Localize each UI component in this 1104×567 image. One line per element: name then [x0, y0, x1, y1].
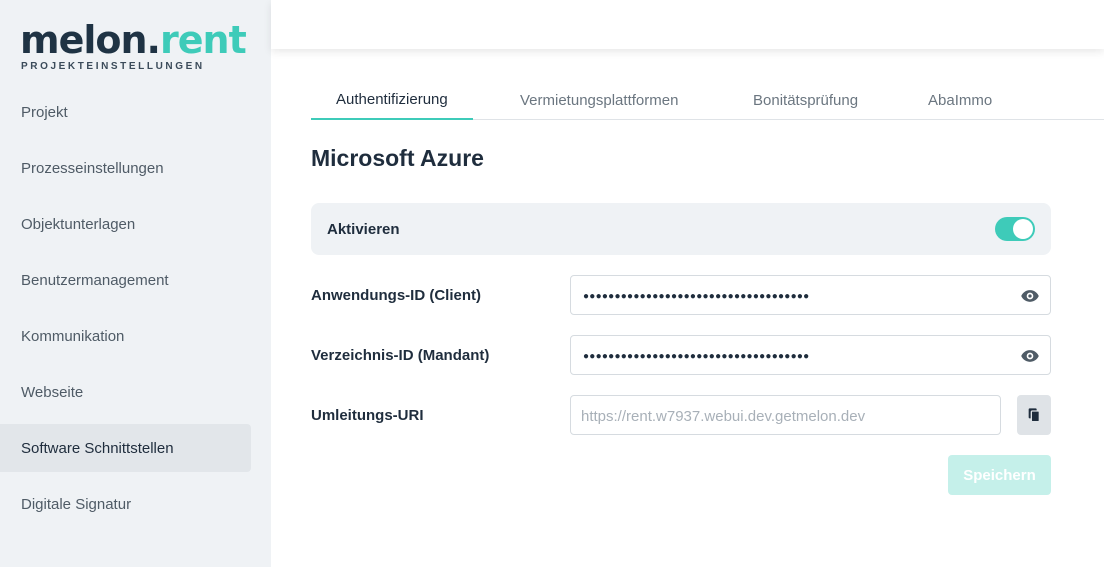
tenant-id-input[interactable]: ●●●●●●●●●●●●●●●●●●●●●●●●●●●●●●●●●●●● — [570, 335, 1051, 375]
redirect-uri-input[interactable]: https://rent.w7937.webui.dev.getmelon.de… — [570, 395, 1001, 435]
client-id-label: Anwendungs-ID (Client) — [311, 286, 481, 304]
tab-bonitaetspruefung[interactable]: Bonitätsprüfung — [753, 80, 858, 120]
sidebar: melon.rent PROJEKTEINSTELLUNGEN Projekt … — [0, 0, 271, 567]
sidebar-item-kommunikation[interactable]: Kommunikation — [0, 312, 251, 360]
sidebar-item-webseite[interactable]: Webseite — [0, 368, 251, 416]
page-title: Microsoft Azure — [311, 145, 484, 171]
redirect-uri-label: Umleitungs-URI — [311, 406, 424, 424]
copy-icon — [1028, 408, 1040, 423]
logo-text-part1: melon. — [20, 18, 161, 62]
tab-bar: Authentifizierung Vermietungsplattformen… — [311, 80, 1104, 120]
client-id-input[interactable]: ●●●●●●●●●●●●●●●●●●●●●●●●●●●●●●●●●●●● — [570, 275, 1051, 315]
sidebar-item-digitale-signatur[interactable]: Digitale Signatur — [0, 480, 251, 528]
redirect-uri-placeholder: https://rent.w7937.webui.dev.getmelon.de… — [581, 407, 866, 425]
client-id-value: ●●●●●●●●●●●●●●●●●●●●●●●●●●●●●●●●●●●● — [583, 290, 810, 302]
tab-abaimmo[interactable]: AbaImmo — [928, 80, 992, 120]
copy-uri-button[interactable] — [1017, 395, 1051, 435]
sidebar-item-objektunterlagen[interactable]: Objektunterlagen — [0, 200, 251, 248]
activate-label: Aktivieren — [327, 220, 400, 238]
eye-icon[interactable] — [1020, 286, 1040, 306]
top-bar — [271, 0, 1104, 49]
sidebar-item-projekt[interactable]: Projekt — [0, 88, 251, 136]
tenant-id-label: Verzeichnis-ID (Mandant) — [311, 346, 490, 364]
save-button[interactable]: Speichern — [948, 455, 1051, 495]
sidebar-item-benutzermanagement[interactable]: Benutzermanagement — [0, 256, 251, 304]
tab-vermietungsplattformen[interactable]: Vermietungsplattformen — [520, 80, 678, 120]
activate-row: Aktivieren — [311, 203, 1051, 255]
logo-text-part2: rent — [160, 18, 247, 62]
sidebar-item-software-schnittstellen[interactable]: Software Schnittstellen — [0, 424, 251, 472]
tenant-id-value: ●●●●●●●●●●●●●●●●●●●●●●●●●●●●●●●●●●●● — [583, 350, 810, 362]
sidebar-item-prozesseinstellungen[interactable]: Prozesseinstellungen — [0, 144, 251, 192]
settings-subtitle: PROJEKTEINSTELLUNGEN — [21, 61, 205, 72]
sidebar-nav: Projekt Prozesseinstellungen Objektunter… — [0, 88, 271, 536]
tab-authentifizierung[interactable]: Authentifizierung — [311, 80, 473, 120]
activate-toggle[interactable] — [995, 217, 1035, 241]
logo: melon.rent — [20, 18, 247, 62]
eye-icon[interactable] — [1020, 346, 1040, 366]
toggle-knob — [1013, 219, 1033, 239]
